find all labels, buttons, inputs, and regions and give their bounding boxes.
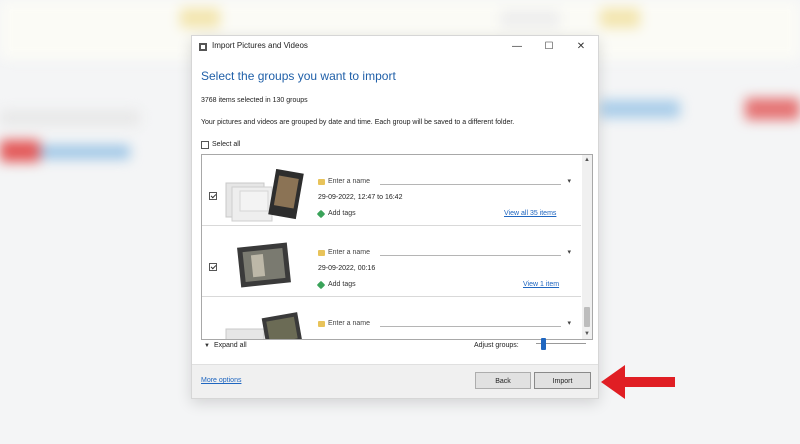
folder-icon [318, 179, 325, 185]
view-items-link[interactable]: View all 35 items [504, 210, 556, 217]
name-underline [380, 255, 561, 256]
select-all-label: Select all [212, 141, 241, 148]
chevron-down-icon[interactable]: ▾ [567, 177, 571, 185]
chevron-down-icon: ▼ [204, 342, 210, 349]
expand-all-toggle[interactable]: ▼ Expand all [204, 342, 247, 349]
name-underline [380, 184, 561, 185]
tag-icon [316, 209, 326, 219]
view-items-link[interactable]: View 1 item [523, 281, 559, 288]
slider-thumb[interactable] [541, 338, 546, 350]
adjust-groups-slider[interactable] [536, 337, 586, 351]
group-thumbnail [237, 242, 291, 288]
folder-icon [318, 250, 325, 256]
name-underline [380, 326, 561, 327]
import-button[interactable]: Import [534, 372, 591, 389]
group-thumbnail-stack [225, 312, 303, 339]
group-name-field[interactable]: Enter a name ▾ [318, 249, 573, 259]
window-title: Import Pictures and Videos [212, 41, 308, 50]
scroll-up-icon[interactable]: ▲ [582, 155, 592, 165]
adjust-groups-label: Adjust groups: [474, 342, 519, 349]
chevron-down-icon[interactable]: ▾ [567, 248, 571, 256]
expand-all-label: Expand all [213, 342, 247, 349]
back-button[interactable]: Back [475, 372, 531, 389]
select-all-control[interactable]: Select all [201, 139, 240, 150]
group-name-field[interactable]: Enter a name ▾ [318, 178, 573, 188]
tag-icon [316, 280, 326, 290]
group-name-placeholder: Enter a name [328, 249, 371, 256]
dialog-footer: More options Back Import [192, 364, 598, 398]
groups-scrollbar[interactable]: ▲ ▼ [582, 155, 592, 339]
red-arrow-annotation [601, 365, 675, 399]
scrollbar-thumb[interactable] [584, 307, 590, 327]
import-dialog: Import Pictures and Videos — ☐ ✕ Select … [191, 35, 599, 399]
group-date-range: 29-09-2022, 00:16 [318, 265, 376, 272]
grouping-description: Your pictures and videos are grouped by … [201, 119, 515, 126]
selection-summary: 3768 items selected in 130 groups [201, 97, 308, 104]
group-checkbox[interactable] [209, 192, 217, 200]
group-checkbox[interactable] [209, 263, 217, 271]
minimize-button[interactable]: — [504, 38, 530, 56]
group-name-field[interactable]: Enter a name ▾ [318, 320, 573, 330]
group-thumbnail-stack [225, 169, 304, 222]
group-date-range: 29-09-2022, 12:47 to 16:42 [318, 194, 403, 201]
chevron-down-icon[interactable]: ▾ [567, 319, 571, 327]
select-all-checkbox[interactable] [201, 140, 209, 149]
more-options-link[interactable]: More options [201, 377, 241, 384]
folder-icon [318, 321, 325, 327]
group-name-placeholder: Enter a name [328, 320, 371, 327]
close-button[interactable]: ✕ [568, 38, 594, 56]
group-name-placeholder: Enter a name [328, 178, 371, 185]
page-heading: Select the groups you want to import [201, 69, 396, 83]
title-bar: Import Pictures and Videos — ☐ ✕ [192, 36, 598, 58]
add-tags-label: Add tags [328, 210, 356, 217]
groups-list[interactable]: Enter a name ▾ 29-09-2022, 12:47 to 16:4… [201, 154, 593, 340]
import-app-icon [199, 43, 207, 51]
maximize-button[interactable]: ☐ [536, 38, 562, 56]
group-item: Enter a name ▾ 29-09-2022, 00:16 Add tag… [202, 226, 581, 297]
group-item: Enter a name ▾ [202, 297, 581, 339]
add-tags-label: Add tags [328, 281, 356, 288]
group-item: Enter a name ▾ 29-09-2022, 12:47 to 16:4… [202, 155, 581, 226]
